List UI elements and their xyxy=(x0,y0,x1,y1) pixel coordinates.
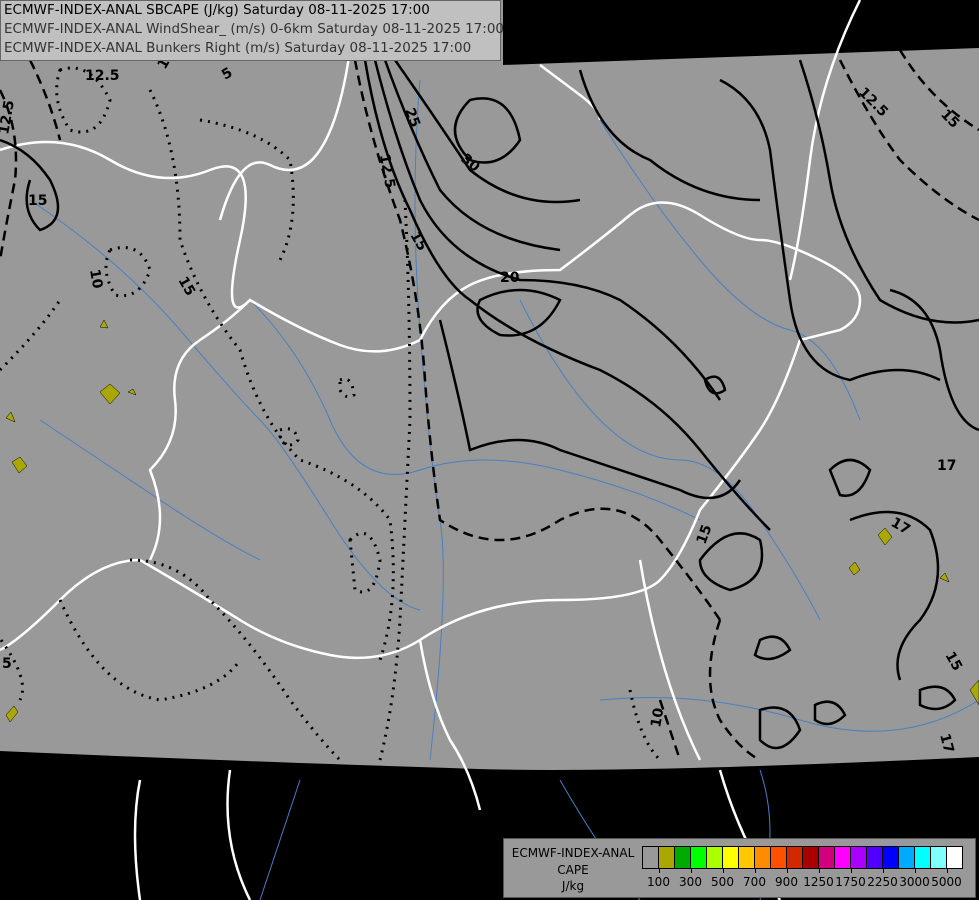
legend-swatch xyxy=(947,847,962,868)
legend-swatch xyxy=(867,847,883,868)
legend-tick-mark xyxy=(658,868,660,873)
legend-swatch xyxy=(691,847,707,868)
legend-tick-mark xyxy=(690,868,692,873)
contour-label: 10 xyxy=(86,268,105,290)
legend-swatch xyxy=(723,847,739,868)
legend-tick-label: 300 xyxy=(679,875,702,889)
legend-swatch xyxy=(899,847,915,868)
contour-label: 12.5 xyxy=(85,68,120,84)
legend-swatch xyxy=(659,847,675,868)
model-domain-area xyxy=(0,0,979,770)
contour-label: 20 xyxy=(500,270,520,286)
legend-unit: J/kg xyxy=(561,879,585,893)
legend-tick-mark xyxy=(946,868,948,873)
contour-label: 10 xyxy=(648,706,667,728)
header-line-cape: ECMWF-INDEX-ANAL SBCAPE (J/kg) Saturday … xyxy=(4,2,430,18)
legend-tick-mark xyxy=(786,868,788,873)
legend-swatch xyxy=(915,847,931,868)
legend-swatch xyxy=(771,847,787,868)
legend-swatch xyxy=(803,847,819,868)
legend-swatch xyxy=(787,847,803,868)
legend-swatch xyxy=(675,847,691,868)
legend-swatch xyxy=(707,847,723,868)
legend-swatch xyxy=(643,847,659,868)
legend-tick-label: 1750 xyxy=(835,875,866,889)
legend-tick-label: 100 xyxy=(647,875,670,889)
legend-tick-mark xyxy=(818,868,820,873)
legend-swatch xyxy=(883,847,899,868)
legend-color-bar xyxy=(642,846,963,869)
contour-label: 15 xyxy=(28,193,47,209)
legend-tick-mark xyxy=(850,868,852,873)
legend-swatch xyxy=(931,847,947,868)
weather-map: 15 17 20 25 30 15 17 15 17 15 12.5 12.5 … xyxy=(0,0,979,900)
legend-tick-label: 500 xyxy=(711,875,734,889)
header-line-windshear: ECMWF-INDEX-ANAL WindShear_ (m/s) 0-6km … xyxy=(4,21,504,37)
legend-tick-label: 700 xyxy=(743,875,766,889)
legend-swatch xyxy=(851,847,867,868)
legend-tick-mark xyxy=(914,868,916,873)
legend-title: ECMWF-INDEX-ANAL CAPE J/kg xyxy=(508,845,638,895)
cape-legend: ECMWF-INDEX-ANAL CAPE J/kg 100 300 500 700 9… xyxy=(503,838,976,898)
legend-tick-label: 3000 xyxy=(899,875,930,889)
legend-variable: CAPE xyxy=(557,862,589,877)
legend-tick-label: 2250 xyxy=(867,875,898,889)
legend-tick-label: 900 xyxy=(775,875,798,889)
legend-tick-mark xyxy=(882,868,884,873)
legend-ticks: 100 300 500 700 900 1250 1750 2250 3000 5000 xyxy=(642,868,972,895)
legend-tick-label: 1250 xyxy=(803,875,834,889)
legend-tick-mark xyxy=(754,868,756,873)
contour-label: 5 xyxy=(2,656,12,672)
contour-label: 17 xyxy=(937,458,956,474)
legend-swatch xyxy=(819,847,835,868)
legend-swatch xyxy=(755,847,771,868)
legend-tick-mark xyxy=(722,868,724,873)
map-header: ECMWF-INDEX-ANAL SBCAPE (J/kg) Saturday … xyxy=(0,0,504,61)
legend-model: ECMWF-INDEX-ANAL xyxy=(511,846,635,860)
legend-swatch xyxy=(739,847,755,868)
legend-swatch xyxy=(835,847,851,868)
legend-tick-label: 5000 xyxy=(931,875,962,889)
header-line-bunkers: ECMWF-INDEX-ANAL Bunkers Right (m/s) Sat… xyxy=(4,40,472,56)
